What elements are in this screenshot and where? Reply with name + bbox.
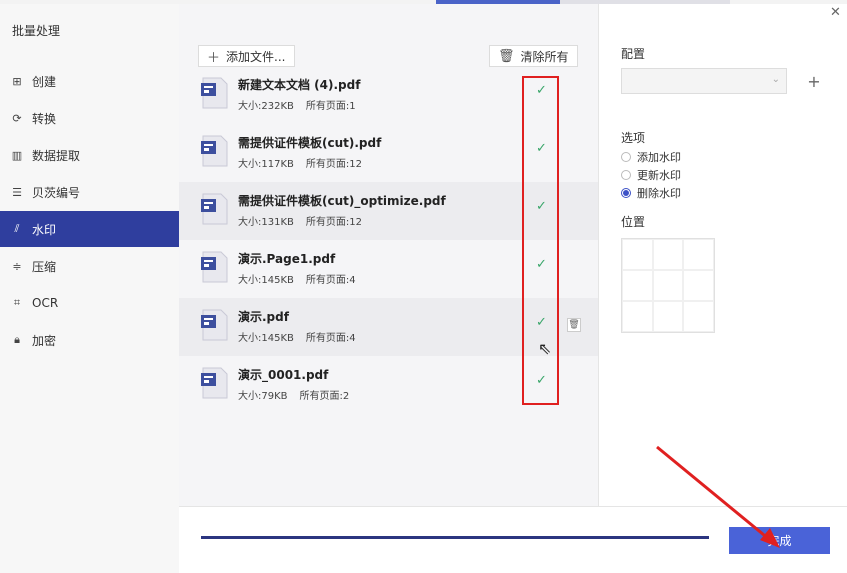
radio-label: 删除水印 bbox=[637, 187, 681, 200]
radio-button[interactable] bbox=[621, 170, 631, 180]
file-pages: 所有页面:2 bbox=[299, 391, 350, 402]
file-size: 大小:79KB bbox=[238, 391, 288, 402]
pdf-file-icon bbox=[201, 367, 228, 399]
position-cell[interactable] bbox=[622, 239, 653, 270]
add-files-button[interactable]: ＋ 添加文件... bbox=[198, 45, 295, 67]
file-pages: 所有页面:12 bbox=[305, 217, 362, 228]
radio-button-selected[interactable] bbox=[621, 188, 631, 198]
radio-update-watermark[interactable]: 更新水印 bbox=[621, 167, 681, 183]
file-size: 大小:131KB bbox=[238, 217, 294, 228]
position-grid[interactable] bbox=[621, 238, 715, 333]
create-icon: ⊞ bbox=[12, 74, 22, 88]
plus-icon: + bbox=[807, 71, 821, 91]
clear-all-button[interactable]: 🗑︎ 清除所有 bbox=[489, 45, 578, 67]
sidebar-item-create[interactable]: ⊞ 创建 bbox=[0, 63, 179, 99]
file-meta: 大小:117KB 所有页面:12 bbox=[238, 155, 374, 170]
plus-icon: ＋ bbox=[207, 50, 221, 66]
file-size: 大小:232KB bbox=[238, 101, 294, 112]
pdf-file-icon bbox=[201, 251, 228, 283]
radio-remove-watermark[interactable]: 删除水印 bbox=[621, 185, 681, 201]
file-meta: 大小:79KB 所有页面:2 bbox=[238, 387, 361, 402]
sidebar-item-label: 贝茨编号 bbox=[32, 185, 81, 200]
pdf-file-icon bbox=[201, 135, 228, 167]
position-cell[interactable] bbox=[652, 239, 684, 270]
sidebar-item-compress[interactable]: ≑ 压缩 bbox=[0, 248, 179, 284]
pdf-file-icon bbox=[201, 309, 228, 341]
config-label: 配置 bbox=[621, 47, 646, 61]
sidebar-title: 批量处理 bbox=[12, 24, 61, 38]
file-pages: 所有页面:4 bbox=[305, 333, 356, 344]
sidebar-item-label: 数据提取 bbox=[32, 148, 81, 163]
panel-divider bbox=[598, 4, 599, 506]
file-size: 大小:145KB bbox=[238, 275, 294, 286]
sidebar-item-data-extract[interactable]: ▥ 数据提取 bbox=[0, 137, 179, 173]
sidebar-item-label: OCR bbox=[32, 296, 59, 310]
position-cell[interactable] bbox=[683, 301, 714, 332]
close-icon[interactable]: ✕ bbox=[830, 5, 841, 20]
sidebar-item-label: 水印 bbox=[32, 222, 57, 237]
file-name: 需提供证件模板(cut).pdf bbox=[238, 136, 382, 150]
file-name: 演示.Page1.pdf bbox=[238, 252, 336, 266]
add-config-button[interactable]: + bbox=[802, 68, 826, 94]
list-number-icon: ☰ bbox=[12, 185, 22, 199]
chevron-down-icon: ⌄ bbox=[771, 74, 780, 85]
position-cell[interactable] bbox=[683, 270, 714, 301]
file-meta: 大小:131KB 所有页面:12 bbox=[238, 213, 374, 228]
sidebar-item-bates[interactable]: ☰ 贝茨编号 bbox=[0, 174, 179, 210]
radio-label: 添加水印 bbox=[637, 151, 681, 164]
options-label: 选项 bbox=[621, 131, 646, 145]
sidebar-item-label: 创建 bbox=[32, 74, 57, 89]
sidebar-item-convert[interactable]: ⟳ 转换 bbox=[0, 100, 179, 136]
add-files-label: 添加文件... bbox=[226, 49, 286, 64]
watermark-icon: ⫽ bbox=[14, 222, 20, 235]
pdf-file-icon bbox=[201, 193, 228, 225]
radio-label: 更新水印 bbox=[637, 169, 681, 182]
ocr-icon: ⌗ bbox=[13, 296, 21, 309]
file-pages: 所有页面:12 bbox=[305, 159, 362, 170]
position-cell[interactable] bbox=[652, 270, 684, 301]
sidebar-item-label: 加密 bbox=[32, 333, 57, 348]
sidebar-item-label: 转换 bbox=[32, 111, 57, 126]
sidebar-item-encrypt[interactable]: 🔒︎ 加密 bbox=[0, 322, 179, 358]
file-size: 大小:145KB bbox=[238, 333, 294, 344]
clear-all-label: 清除所有 bbox=[520, 49, 569, 64]
file-size: 大小:117KB bbox=[238, 159, 294, 170]
file-pages: 所有页面:4 bbox=[305, 275, 356, 286]
progress-bar bbox=[201, 536, 709, 539]
file-pages: 所有页面:1 bbox=[305, 101, 356, 112]
sidebar-item-label: 压缩 bbox=[32, 259, 57, 274]
position-cell[interactable] bbox=[622, 270, 653, 301]
done-button[interactable]: 完成 bbox=[729, 527, 830, 554]
config-select[interactable]: ⌄ bbox=[621, 68, 787, 94]
sidebar-item-ocr[interactable]: ⌗ OCR bbox=[0, 285, 179, 321]
file-name: 新建文本文档 (4).pdf bbox=[238, 78, 361, 92]
position-cell[interactable] bbox=[652, 301, 684, 332]
footer-divider bbox=[179, 506, 847, 507]
lock-icon: 🔒︎ bbox=[14, 333, 20, 346]
position-cell[interactable] bbox=[683, 239, 714, 270]
pdf-file-icon bbox=[201, 77, 228, 109]
file-meta: 大小:145KB 所有页面:4 bbox=[238, 329, 368, 344]
file-name: 演示.pdf bbox=[238, 310, 289, 324]
file-meta: 大小:145KB 所有页面:4 bbox=[238, 271, 368, 286]
sidebar-item-watermark[interactable]: ⫽ 水印 bbox=[0, 211, 179, 247]
file-name: 需提供证件模板(cut)_optimize.pdf bbox=[238, 194, 446, 208]
compress-icon: ≑ bbox=[12, 259, 22, 273]
delete-file-icon[interactable]: 🗑︎ bbox=[567, 318, 581, 332]
position-cell[interactable] bbox=[622, 301, 653, 332]
position-label: 位置 bbox=[621, 215, 646, 229]
file-meta: 大小:232KB 所有页面:1 bbox=[238, 97, 368, 112]
file-name: 演示_0001.pdf bbox=[238, 368, 329, 382]
radio-add-watermark[interactable]: 添加水印 bbox=[621, 149, 681, 165]
mouse-cursor-icon: ⇖ bbox=[538, 339, 552, 358]
radio-button[interactable] bbox=[621, 152, 631, 162]
chart-icon: ▥ bbox=[11, 148, 23, 162]
convert-icon: ⟳ bbox=[12, 111, 22, 125]
trash-icon: 🗑︎ bbox=[498, 48, 515, 64]
